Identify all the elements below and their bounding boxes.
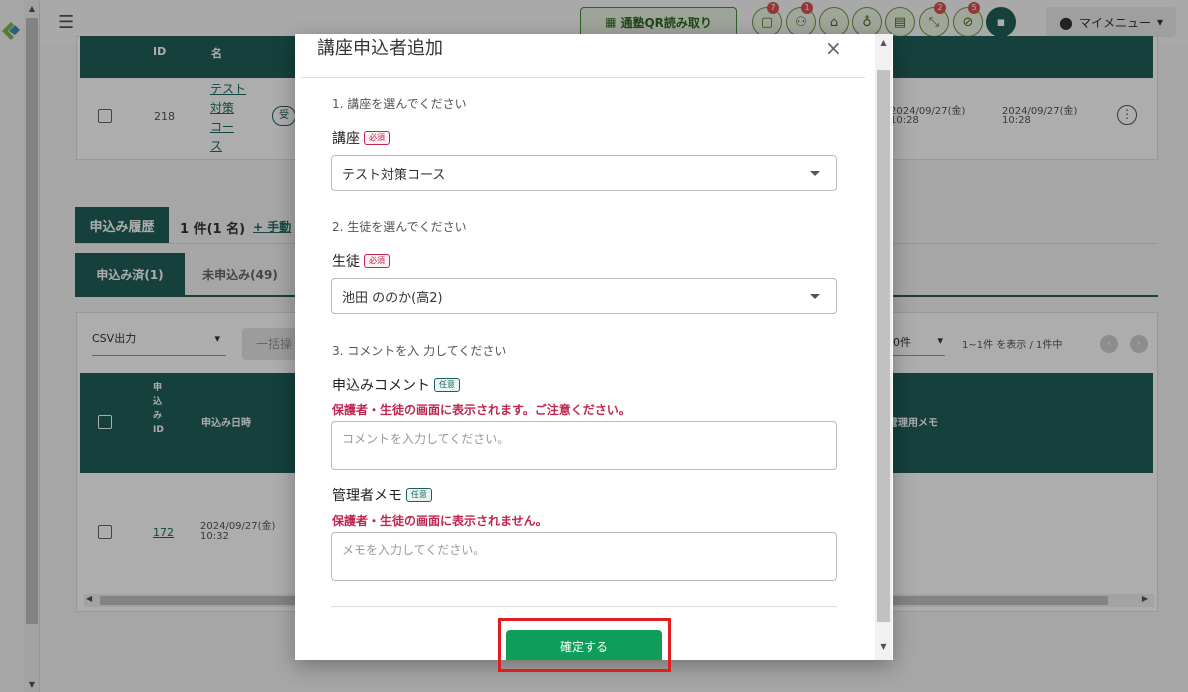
memo-textarea[interactable]: メモを入力してください。 — [331, 532, 837, 581]
student-select[interactable]: 池田 ののか(高2) — [331, 278, 837, 314]
comment-label: 申込みコメント 任意 — [332, 375, 460, 395]
comment-warning: 保護者・生徒の画面に表示されます。ご注意ください。 — [332, 403, 631, 417]
memo-placeholder: メモを入力してください。 — [342, 543, 486, 557]
course-label-text: 講座 — [332, 131, 360, 147]
course-select-value: テスト対策コース — [342, 167, 446, 183]
required-badge: 必須 — [364, 254, 390, 268]
memo-label-text: 管理者メモ — [332, 488, 402, 504]
modal-footer-divider — [331, 606, 837, 607]
course-label: 講座 必須 — [332, 128, 390, 148]
optional-badge: 任意 — [406, 488, 432, 502]
scroll-up-icon[interactable]: ▲ — [875, 38, 892, 47]
highlight-box — [498, 618, 671, 672]
comment-placeholder: コメントを入力してください。 — [342, 432, 510, 446]
memo-label: 管理者メモ 任意 — [332, 485, 432, 505]
memo-warning: 保護者・生徒の画面に表示されません。 — [332, 514, 548, 528]
comment-label-text: 申込みコメント — [332, 378, 430, 394]
caret-down-icon — [810, 171, 820, 176]
modal-title: 講座申込者追加 — [317, 38, 443, 59]
course-select[interactable]: テスト対策コース — [331, 155, 837, 191]
optional-badge: 任意 — [434, 378, 460, 392]
app-root: ▲ ▼ ☰ ▦ 通塾QR読み取り ▢ 7 ⚇ 1 ⌂ ♁ ▤ ⤡ 2 ⊘ 5 ▪ ● マ… — [0, 0, 1188, 692]
required-badge: 必須 — [364, 131, 390, 145]
scrollbar-thumb[interactable] — [877, 70, 890, 622]
modal-scrollbar[interactable]: ▲ ▼ — [875, 34, 892, 660]
close-icon[interactable]: × — [825, 36, 842, 60]
modal-header-divider — [301, 77, 865, 78]
student-label-text: 生徒 — [332, 254, 360, 270]
student-label: 生徒 必須 — [332, 251, 390, 271]
comment-textarea[interactable]: コメントを入力してください。 — [331, 421, 837, 470]
section-comment-heading: 3. コメントを入 力してください — [332, 344, 507, 358]
section-student-heading: 2. 生徒を選んでください — [332, 220, 467, 234]
student-select-value: 池田 ののか(高2) — [342, 290, 443, 306]
caret-down-icon — [810, 294, 820, 299]
section-course-heading: 1. 講座を選んでください — [332, 97, 467, 111]
scroll-down-icon[interactable]: ▼ — [875, 642, 892, 651]
add-applicant-modal: 講座申込者追加 × 1. 講座を選んでください 講座 必須 テスト対策コース 2… — [295, 34, 893, 660]
